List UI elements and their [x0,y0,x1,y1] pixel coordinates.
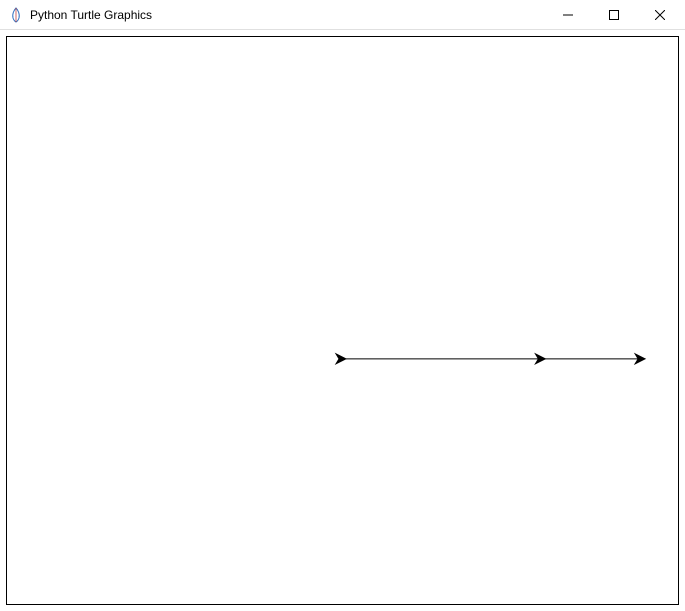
minimize-icon [563,10,573,20]
window-controls [545,0,683,29]
turtle-cursor [336,354,346,364]
close-icon [655,10,665,20]
canvas-wrapper [0,30,685,611]
turtle-arrow-icon [336,354,346,364]
minimize-button[interactable] [545,0,591,29]
turtle-canvas [7,37,678,604]
maximize-icon [609,10,619,20]
close-button[interactable] [637,0,683,29]
tk-feather-icon [8,7,24,23]
canvas-border [6,36,679,605]
window-title: Python Turtle Graphics [30,8,545,22]
titlebar: Python Turtle Graphics [0,0,685,30]
maximize-button[interactable] [591,0,637,29]
